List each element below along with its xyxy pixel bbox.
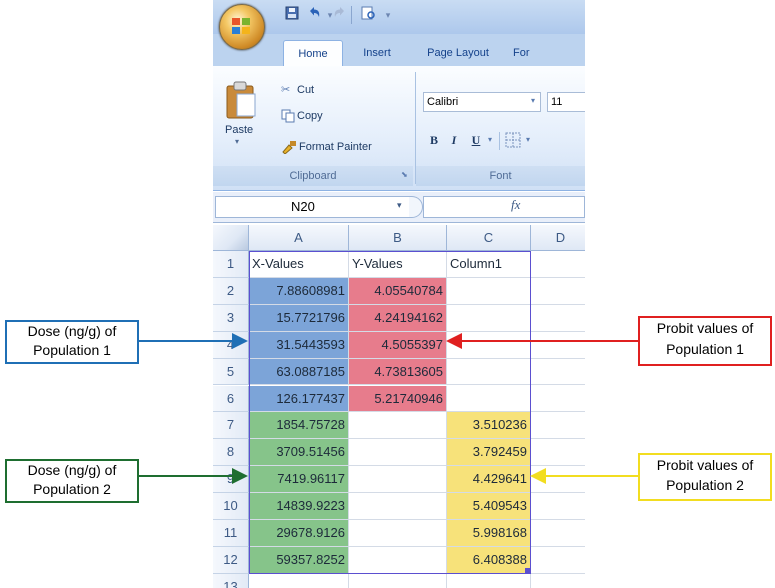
callout-dose-pop1-line1: Dose (ng/g) of	[27, 323, 117, 339]
callout-dose-pop2-line1: Dose (ng/g) of	[27, 462, 117, 478]
callout-dose-pop2: Dose (ng/g) of Population 2	[5, 459, 139, 503]
callout-probit-pop1-line2: Population 1	[666, 341, 744, 357]
callout-probit-pop1: Probit values of Population 1	[638, 316, 772, 366]
office-logo-icon	[232, 18, 250, 34]
callout-probit-pop2-line2: Population 2	[666, 477, 744, 493]
callout-probit-pop2: Probit values of Population 2	[638, 453, 772, 501]
callout-dose-pop1-line2: Population 1	[33, 342, 111, 358]
callout-probit-pop2-line1: Probit values of	[656, 457, 754, 473]
callout-dose-pop1: Dose (ng/g) of Population 1	[5, 320, 139, 364]
callout-dose-pop2-line2: Population 2	[33, 481, 111, 497]
callout-probit-pop1-line1: Probit values of	[656, 320, 754, 336]
office-button[interactable]	[219, 4, 265, 50]
